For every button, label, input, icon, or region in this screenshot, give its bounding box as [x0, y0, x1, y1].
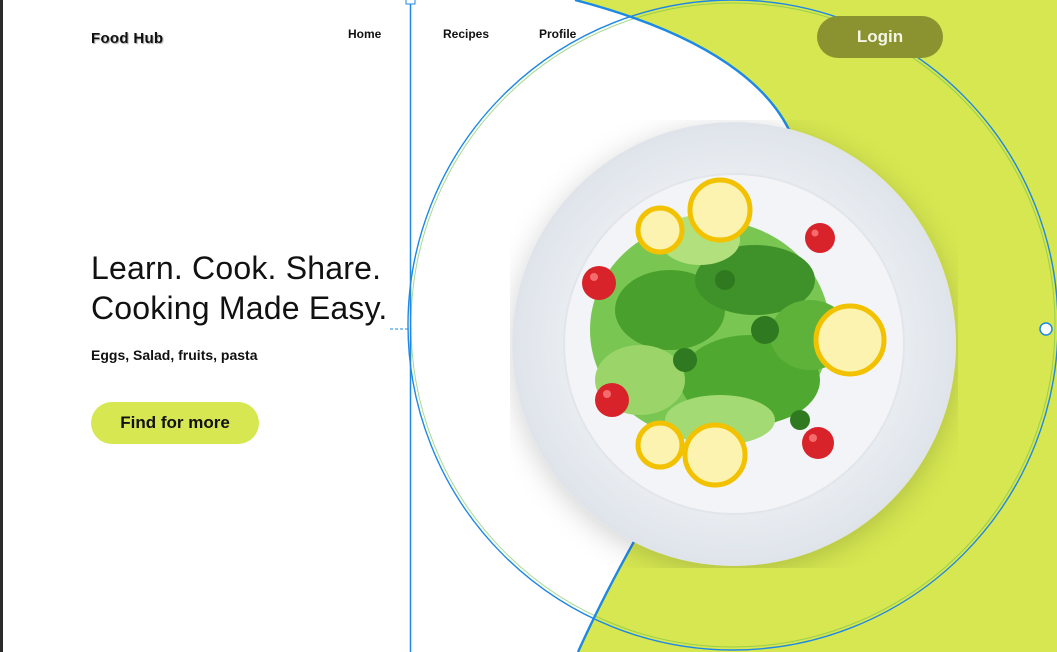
nav-recipes[interactable]: Recipes [443, 27, 489, 41]
login-button[interactable]: Login [817, 16, 943, 58]
brand-logo[interactable]: Food Hub [91, 30, 163, 47]
guide-handle [405, 0, 416, 5]
find-more-button[interactable]: Find for more [91, 402, 259, 444]
hero-title-line-1: Learn. Cook. Share. [91, 250, 382, 286]
salad-plate-image [510, 120, 958, 568]
guide-handle-right [1039, 322, 1053, 336]
hero-title-line-2: Cooking Made Easy. [91, 290, 388, 326]
nav-profile[interactable]: Profile [539, 27, 576, 41]
nav-home[interactable]: Home [348, 27, 381, 41]
hero-title: Learn. Cook. Share. Cooking Made Easy. [91, 248, 388, 328]
hero-subtitle: Eggs, Salad, fruits, pasta [91, 347, 258, 363]
